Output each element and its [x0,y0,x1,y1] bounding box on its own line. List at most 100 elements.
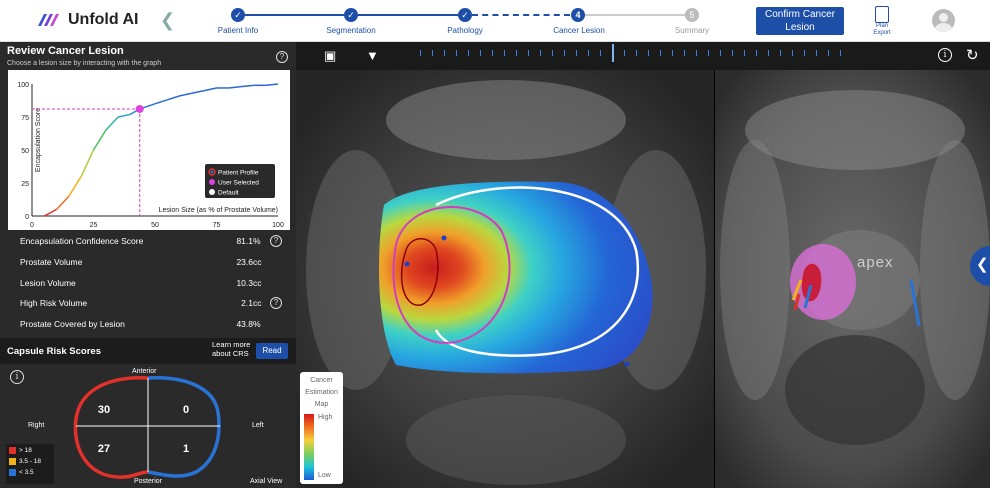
scrubber-tick[interactable] [480,50,481,56]
metric-value: 81.1 [236,236,253,246]
metric-label: Encapsulation Confidence Score [20,236,144,246]
cube-icon[interactable]: ▣ [324,48,336,64]
confirm-cancer-lesion-button[interactable]: Confirm Cancer Lesion [756,7,844,35]
scrubber-tick[interactable] [432,50,433,56]
step-segmentation[interactable]: ✓ [344,8,358,22]
scrubber-tick[interactable] [600,50,601,56]
step-cancer-lesion[interactable]: 4 [571,8,585,22]
scrubber-tick[interactable] [444,50,445,56]
scrubber-tick[interactable] [708,50,709,56]
y-tick-label: 0 [25,214,29,221]
slice-scrubber[interactable] [420,44,841,62]
scrubber-tick[interactable] [420,50,421,56]
info-icon[interactable]: i [938,48,952,62]
crs-legend-item: 3.5 - 18 [9,458,41,467]
plan-export-button[interactable]: Plan Export [870,6,894,37]
patient-profile-dot [210,170,214,174]
panel-subtitle: Choose a lesion size by interacting with… [7,60,162,67]
cem-low-label: Low [318,472,331,479]
scrubber-tick[interactable] [660,50,661,56]
legend-label: User Selected [218,180,259,187]
x-tick-label: 100 [272,222,284,229]
mri-coronal-view[interactable] [715,70,990,488]
metric-lesion-volume: Lesion Volume 10.3 cc [20,278,290,292]
encapsulation-chart[interactable]: 0 25 50 75 100 0 25 50 75 100 Lesion Size (as % of… [8,70,290,230]
learn-more-crs-link[interactable]: Learn more about CRS [212,340,254,358]
scrubber-tick[interactable] [696,50,697,56]
step-connector [358,14,458,16]
help-icon[interactable]: ? [276,51,288,63]
step-label-cancer-lesion[interactable]: Cancer Lesion [553,26,605,35]
help-icon[interactable]: ? [270,297,282,309]
metric-unit: cc [253,278,262,288]
cem-title: Cancer Estimation Map [305,377,338,408]
x-tick-label: 25 [90,222,98,229]
metric-value: 23.6 [236,257,253,267]
scrubber-tick[interactable] [732,50,733,56]
top-header: Unfold AI ❮ ✓ Patient Info ✓ Segmentatio… [0,0,990,42]
chart-svg[interactable]: 0 25 50 75 100 0 25 50 75 100 Lesion Size (as % of… [8,70,290,230]
scrubber-tick[interactable] [588,50,589,56]
help-icon[interactable]: ? [270,235,282,247]
mri-coronal-image[interactable] [715,70,990,488]
curve-segment [241,84,254,88]
back-chevron-icon[interactable]: ❮ [160,10,175,31]
step-patient-info[interactable]: ✓ [231,8,245,22]
scrubber-tick[interactable] [528,50,529,56]
scrubber-tick[interactable] [720,50,721,56]
step-label-summary[interactable]: Summary [675,26,709,35]
metric-label: High Risk Volume [20,298,88,308]
scrubber-tick[interactable] [504,50,505,56]
legend-marker [209,179,215,185]
reset-icon[interactable]: ↻ [966,46,979,64]
crs-legend: > 18 3.5 - 18 < 3.5 [6,444,54,484]
scrubber-tick[interactable] [672,50,673,56]
scrubber-tick[interactable] [792,50,793,56]
scrubber-tick[interactable] [648,50,649,56]
selected-point[interactable] [135,104,144,113]
filter-icon[interactable]: ▼ [366,48,379,63]
curve-segment [92,129,107,151]
read-button[interactable]: Read [256,343,288,359]
scrubber-tick[interactable] [576,50,577,56]
scrubber-tick[interactable] [840,50,841,56]
scrubber-tick[interactable] [756,50,757,56]
step-label-patient-info[interactable]: Patient Info [218,26,258,35]
scrubber-tick[interactable] [624,50,625,56]
metric-value: 2.1 [241,298,253,308]
step-connector [472,14,570,16]
scrubber-tick[interactable] [804,50,805,56]
crs-body: i Anterior Posterior Right Left Axial Vi… [0,364,296,488]
scrubber-tick[interactable] [780,50,781,56]
scrubber-tick[interactable] [456,50,457,56]
mri-axial-image[interactable] [296,70,714,488]
scrubber-tick[interactable] [636,50,637,56]
scrubber-tick[interactable] [468,50,469,56]
step-pathology[interactable]: ✓ [458,8,472,22]
step-summary[interactable]: 5 [685,8,699,22]
scrubber-tick[interactable] [768,50,769,56]
legend-marker [209,189,215,195]
scrubber-tick[interactable] [492,50,493,56]
step-label-segmentation[interactable]: Segmentation [326,26,375,35]
legend-label: Patient Profile [218,170,259,177]
app-logo: Unfold AI [36,10,139,30]
scrubber-tick[interactable] [540,50,541,56]
scrubber-tick[interactable] [564,50,565,56]
scrubber-tick[interactable] [552,50,553,56]
scrubber-tick[interactable] [684,50,685,56]
step-label-pathology[interactable]: Pathology [447,26,483,35]
curve-segment [117,113,131,118]
scrubber-tick[interactable] [516,50,517,56]
scrubber-tick[interactable] [816,50,817,56]
mri-axial-view[interactable] [296,70,714,488]
curve-segment [265,83,279,87]
legend-label: Default [218,190,239,197]
scrubber-tick[interactable] [612,44,614,62]
metric-unit: % [253,236,261,246]
metric-high-risk-volume: High Risk Volume 2.1 cc ? [20,297,290,312]
scrubber-tick[interactable] [828,50,829,56]
app-name: Unfold AI [68,11,139,28]
scrubber-tick[interactable] [744,50,745,56]
user-avatar[interactable] [932,9,955,32]
